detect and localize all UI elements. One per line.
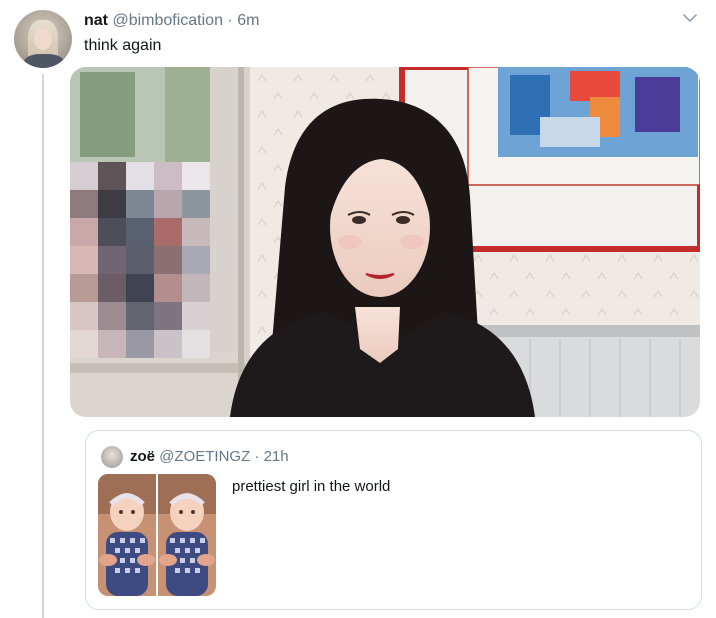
quoted-separator: ·: [250, 448, 264, 465]
quoted-photo-1[interactable]: [98, 474, 156, 596]
baby-photo: [98, 474, 156, 596]
quoted-display-name[interactable]: zoë: [130, 448, 155, 465]
baby-photo: [158, 474, 216, 596]
tweet-container: nat @bimbofication · 6m think again zoë …: [0, 0, 716, 618]
quoted-tweet-text: prettiest girl in the world: [232, 478, 391, 495]
timestamp[interactable]: 6m: [237, 12, 259, 29]
quoted-handle[interactable]: @ZOETINGZ: [159, 448, 250, 465]
avatar-shirt: [24, 54, 64, 68]
handle[interactable]: @bimbofication: [112, 12, 223, 29]
quoted-tweet-header: zoë @ZOETINGZ · 21h: [130, 448, 289, 466]
display-name[interactable]: nat: [84, 12, 108, 29]
quoted-photo-2[interactable]: [158, 474, 216, 596]
quoted-avatar[interactable]: [101, 446, 123, 468]
tweet-photo[interactable]: [70, 67, 700, 417]
avatar-face: [34, 28, 52, 50]
avatar[interactable]: [14, 10, 72, 68]
tweet-text: think again: [84, 37, 162, 54]
quoted-tweet[interactable]: zoë @ZOETINGZ · 21h prettiest girl in th…: [85, 430, 702, 610]
chevron-down-icon[interactable]: [680, 8, 700, 28]
tweet-header: nat @bimbofication · 6m: [84, 11, 259, 31]
separator: ·: [222, 12, 238, 29]
thread-line: [42, 74, 44, 618]
pixelated-area: [70, 162, 210, 358]
photo-content: [70, 67, 700, 417]
quoted-timestamp[interactable]: 21h: [264, 448, 289, 465]
